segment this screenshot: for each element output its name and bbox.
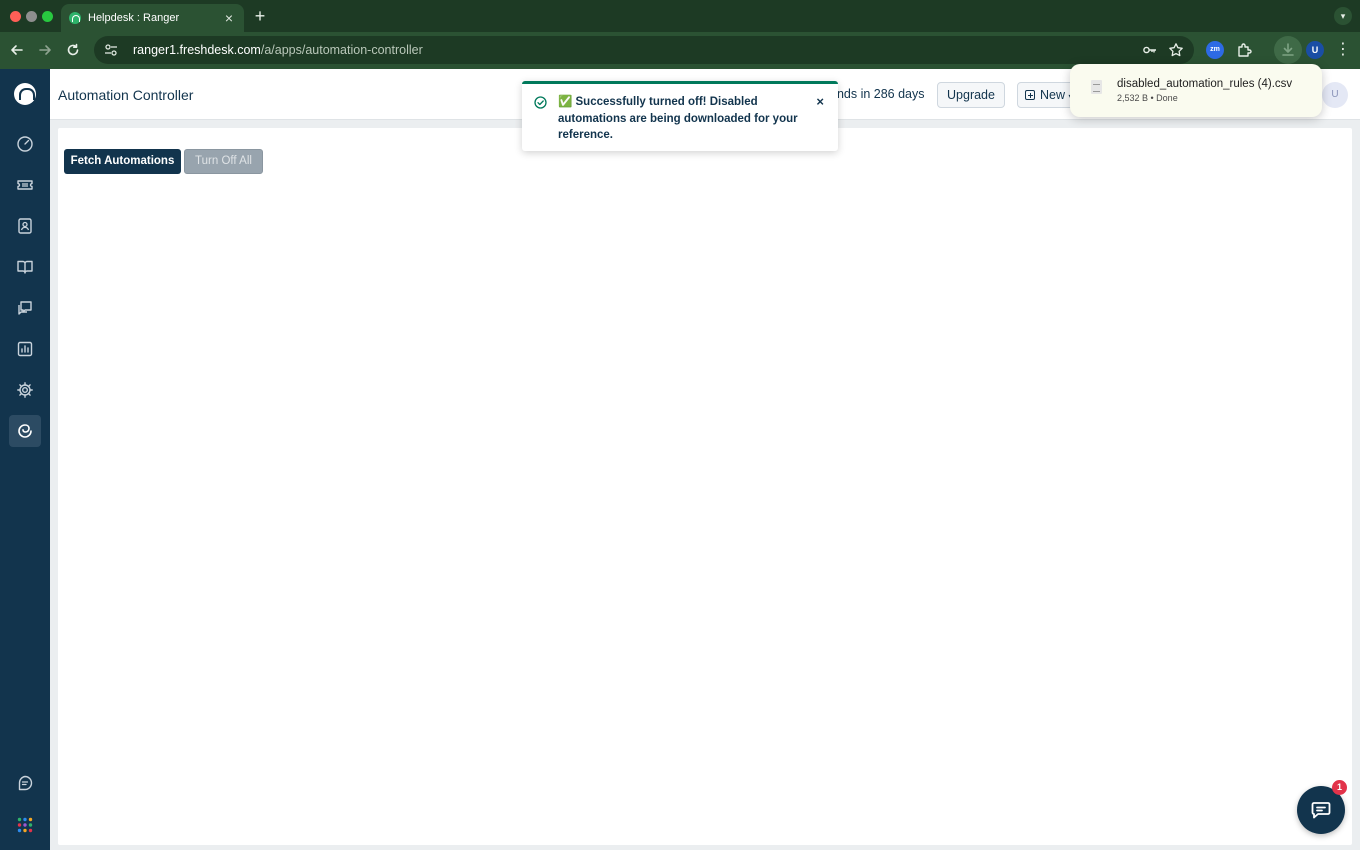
dashboard-icon: [17, 136, 33, 152]
reload-icon[interactable]: [64, 41, 82, 59]
turn-off-all-button[interactable]: Turn Off All: [184, 149, 263, 174]
url-text: ranger1.freshdesk.com/a/apps/automation-…: [133, 43, 423, 57]
sidebar-item-app-switcher[interactable]: [9, 809, 41, 841]
tab-search-chevron-icon[interactable]: ▾: [1334, 7, 1352, 25]
plus-box-icon: [1025, 90, 1035, 100]
success-toast: ✅ Successfully turned off! Disabled auto…: [522, 81, 838, 151]
bookmark-star-icon[interactable]: [1168, 42, 1184, 58]
chat-unread-badge: 1: [1332, 780, 1347, 795]
solutions-icon: [17, 260, 33, 274]
sidebar-item-solutions[interactable]: [9, 251, 41, 283]
sidebar-item-admin[interactable]: [9, 374, 41, 406]
sidebar-item-feedback[interactable]: [9, 767, 41, 799]
sidebar-item-dashboard[interactable]: [9, 128, 41, 160]
sidebar-item-tickets[interactable]: [9, 169, 41, 201]
freshdesk-favicon-icon: [69, 12, 81, 24]
site-settings-icon[interactable]: [104, 43, 118, 57]
new-button-label: New: [1040, 88, 1066, 102]
toast-message: ✅ Successfully turned off! Disabled auto…: [558, 96, 798, 141]
window-zoom-button[interactable]: [42, 11, 53, 22]
freshdesk-logo-icon[interactable]: [14, 83, 36, 105]
downloads-icon[interactable]: [1274, 36, 1302, 64]
forums-icon: [18, 301, 32, 315]
feedback-icon: [18, 775, 33, 791]
user-avatar[interactable]: U: [1322, 82, 1348, 108]
chat-bubble-icon: [1311, 802, 1331, 819]
download-file-name[interactable]: disabled_automation_rules (4).csv: [1117, 78, 1292, 90]
reports-icon: [17, 341, 33, 357]
sidebar-item-forums[interactable]: [9, 292, 41, 324]
window-minimize-button[interactable]: [26, 11, 37, 22]
extensions-puzzle-icon[interactable]: [1236, 41, 1254, 59]
app-switcher-icon: [17, 817, 33, 833]
download-file-meta: 2,532 B • Done: [1117, 93, 1178, 103]
file-icon: [1091, 80, 1102, 94]
upgrade-button[interactable]: Upgrade: [937, 82, 1005, 108]
freshdesk-app: Automation Controller ends in 286 days U…: [0, 69, 1360, 850]
sidebar-item-contacts[interactable]: [9, 210, 41, 242]
fetch-automations-button[interactable]: Fetch Automations: [64, 149, 181, 174]
admin-gear-icon: [17, 382, 33, 398]
sidebar-item-reports[interactable]: [9, 333, 41, 365]
window-close-button[interactable]: [10, 11, 21, 22]
contacts-icon: [18, 218, 32, 234]
app-content-panel: Fetch Automations Turn Off All: [58, 128, 1352, 845]
toast-close-icon[interactable]: ×: [816, 94, 824, 109]
sidebar-item-automation-app[interactable]: [9, 415, 41, 447]
automation-app-icon: [18, 424, 32, 438]
tickets-icon: [17, 180, 33, 190]
success-check-circle-icon: [534, 96, 547, 109]
download-bubble[interactable]: disabled_automation_rules (4).csv 2,532 …: [1070, 64, 1322, 117]
back-arrow-icon[interactable]: [8, 41, 26, 59]
page-title: Automation Controller: [58, 87, 194, 103]
address-bar[interactable]: ranger1.freshdesk.com/a/apps/automation-…: [94, 36, 1194, 64]
browser-menu-kebab-icon[interactable]: ⋮: [1334, 41, 1352, 59]
new-tab-button[interactable]: +: [252, 7, 268, 25]
trial-status-text: ends in 286 days: [830, 87, 925, 101]
browser-tab[interactable]: Helpdesk : Ranger ×: [61, 4, 244, 32]
browser-profile-avatar[interactable]: U: [1306, 41, 1324, 59]
tab-close-icon[interactable]: ×: [222, 11, 236, 25]
forward-arrow-icon[interactable]: [36, 41, 54, 59]
sidebar: [0, 69, 50, 850]
zm-extension-icon[interactable]: zm: [1206, 41, 1224, 59]
password-key-icon[interactable]: [1142, 42, 1158, 58]
tab-title: Helpdesk : Ranger: [88, 12, 180, 24]
browser-tab-bar: Helpdesk : Ranger × + ▾: [0, 0, 1360, 32]
